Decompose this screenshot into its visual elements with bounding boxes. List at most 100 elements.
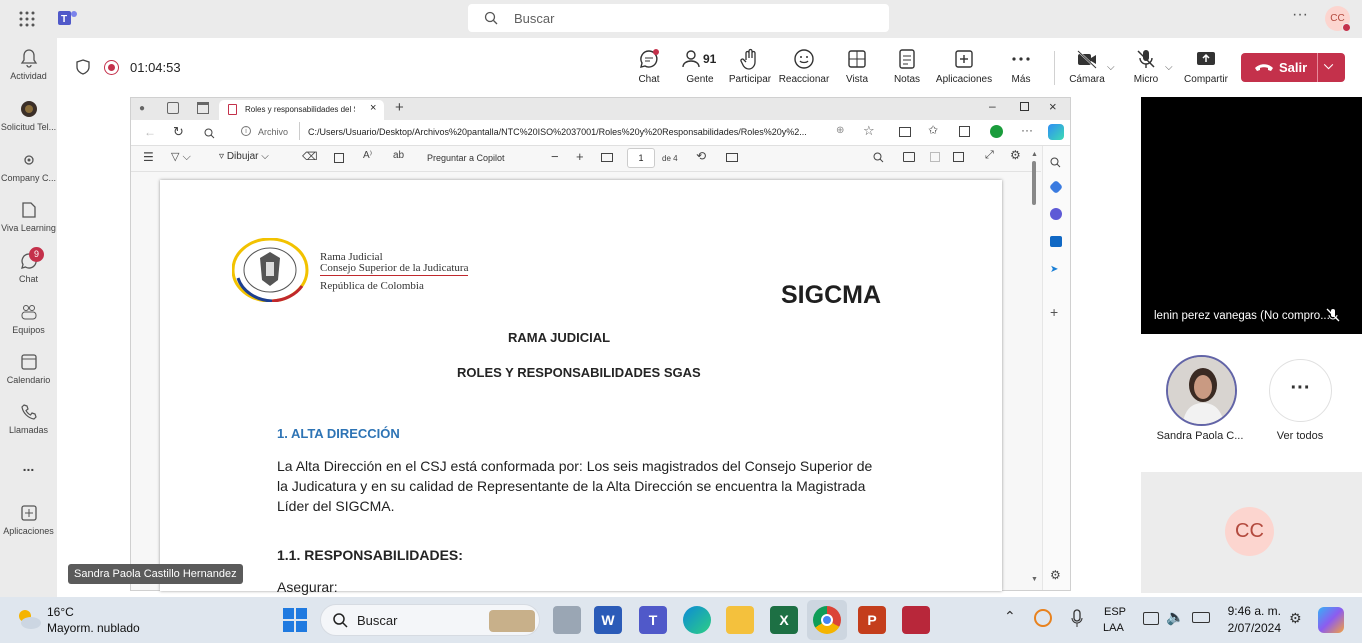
translate-icon[interactable]: ab: [393, 150, 404, 161]
sidebar-send-icon[interactable]: ➤: [1050, 264, 1058, 275]
chrome-icon[interactable]: [813, 606, 841, 634]
more-options-icon[interactable]: ···: [1292, 6, 1308, 24]
network-icon[interactable]: [1143, 612, 1159, 625]
fit-page-icon[interactable]: [601, 153, 613, 162]
apps-button[interactable]: Aplicaciones: [933, 48, 995, 85]
rail-item-chat[interactable]: Chat 9: [0, 247, 57, 284]
rail-item-apps[interactable]: Aplicaciones: [0, 503, 57, 536]
eraser-icon[interactable]: ⌫: [302, 150, 318, 163]
copilot-icon[interactable]: [1048, 124, 1064, 140]
view-button[interactable]: Vista: [829, 48, 885, 85]
reading-view-icon[interactable]: [899, 127, 911, 137]
shield-icon[interactable]: [75, 59, 91, 80]
page-view-icon[interactable]: [726, 153, 738, 162]
clock-time[interactable]: 9:46 a. m.: [1225, 604, 1281, 618]
rail-item-solicitud[interactable]: Solicitud Tel...: [0, 99, 57, 132]
battery-icon[interactable]: [1192, 612, 1210, 623]
taskbar-search[interactable]: Buscar: [320, 604, 540, 636]
weather-icon[interactable]: [15, 607, 43, 636]
see-all-button[interactable]: ···: [1269, 359, 1332, 422]
fullscreen-icon[interactable]: ⤢: [985, 149, 994, 162]
save-as-icon[interactable]: [953, 152, 964, 162]
back-icon[interactable]: ←: [144, 125, 156, 139]
browser-menu-icon[interactable]: ···: [1021, 123, 1033, 137]
collections-icon[interactable]: [959, 126, 970, 137]
page-number-input[interactable]: 1: [627, 148, 655, 168]
rail-more[interactable]: ...: [0, 458, 57, 474]
info-icon[interactable]: i: [241, 126, 251, 136]
zoom-out-icon[interactable]: −: [551, 149, 559, 164]
minimize-icon[interactable]: –: [989, 99, 996, 113]
workspaces-icon[interactable]: [167, 102, 179, 114]
pdf-scrollbar[interactable]: ▲ ▼: [1029, 151, 1039, 586]
windows-start-icon[interactable]: [283, 608, 307, 637]
copilot-taskbar-icon[interactable]: [1318, 607, 1344, 633]
extension-icon[interactable]: [990, 125, 1003, 138]
sidebar-settings-icon[interactable]: ⚙: [1050, 568, 1061, 582]
mic-chevron-icon[interactable]: ⌵: [1165, 62, 1173, 73]
favorite-star-icon[interactable]: ☆: [863, 123, 875, 139]
search-bar[interactable]: Buscar: [468, 4, 889, 32]
search-icon[interactable]: [204, 126, 215, 144]
close-tab-icon[interactable]: ×: [370, 102, 376, 114]
restore-icon[interactable]: [1020, 102, 1029, 111]
volume-icon[interactable]: 🔈: [1166, 608, 1185, 626]
microphone-icon[interactable]: [1070, 609, 1084, 634]
camera-chevron-icon[interactable]: ⌵: [1107, 62, 1115, 73]
sync-icon[interactable]: [1034, 609, 1052, 627]
react-button[interactable]: Reaccionar: [775, 48, 833, 85]
notification-icon[interactable]: ⚙: [1289, 610, 1302, 627]
leave-chevron-icon[interactable]: ⌵: [1324, 58, 1333, 73]
word-icon[interactable]: W: [594, 606, 622, 634]
scrollbar-thumb[interactable]: [1032, 161, 1036, 205]
excel-icon[interactable]: X: [770, 606, 798, 634]
participant-video-tile[interactable]: lenin perez vanegas (No compro...: [1141, 97, 1362, 334]
rail-item-teams[interactable]: Equipos: [0, 302, 57, 335]
sidebar-tag-icon[interactable]: [1048, 179, 1064, 195]
profile-icon[interactable]: ●: [139, 103, 145, 114]
raise-hand-button[interactable]: Participar: [722, 48, 778, 85]
task-view-icon[interactable]: [553, 606, 581, 634]
more-button[interactable]: Más: [993, 48, 1049, 85]
zoom-in-icon[interactable]: +: [576, 149, 584, 164]
close-window-icon[interactable]: ×: [1049, 99, 1057, 114]
participant-avatar[interactable]: [1166, 355, 1237, 426]
draw-button[interactable]: ▿ Dibujar ⌵: [219, 151, 269, 162]
rail-item-viva[interactable]: Viva Learning: [0, 200, 57, 233]
clock-date[interactable]: 2/07/2024: [1222, 621, 1281, 635]
leave-button[interactable]: Salir ⌵: [1241, 53, 1345, 82]
find-icon[interactable]: [873, 150, 884, 168]
rail-item-company[interactable]: Company C...: [0, 150, 57, 183]
highlight-icon[interactable]: ▽ ⌵: [171, 150, 191, 164]
notes-button[interactable]: Notas: [879, 48, 935, 85]
browser-tab-active[interactable]: Roles y responsabilidades del SG ×: [219, 100, 384, 120]
sidebar-outlook-icon[interactable]: [1050, 236, 1062, 247]
rail-item-activity[interactable]: Actividad: [0, 48, 57, 81]
rail-item-calls[interactable]: Llamadas: [0, 402, 57, 435]
refresh-icon[interactable]: ↻: [173, 124, 184, 140]
sidebar-add-icon[interactable]: +: [1050, 304, 1058, 320]
print-icon[interactable]: [903, 152, 915, 162]
rotate-icon[interactable]: ⟲: [696, 149, 706, 163]
pdf-settings-icon[interactable]: ⚙: [1010, 148, 1021, 162]
tab-actions-icon[interactable]: [197, 102, 209, 114]
url-text[interactable]: C:/Users/Usuario/Desktop/Archivos%20pant…: [308, 127, 828, 137]
language-code[interactable]: ESP: [1104, 606, 1126, 618]
contents-icon[interactable]: ☰: [143, 150, 154, 164]
show-hidden-icons[interactable]: ⌃: [1004, 608, 1016, 625]
people-button[interactable]: 91 Gente: [672, 48, 728, 85]
self-view-tile[interactable]: CC: [1141, 472, 1362, 593]
text-box-icon[interactable]: [334, 153, 344, 163]
edge-icon[interactable]: [683, 606, 711, 634]
sidebar-m365-icon[interactable]: [1050, 208, 1062, 220]
zoom-icon[interactable]: ⊕: [836, 125, 844, 136]
app-launcher-icon[interactable]: [18, 10, 36, 28]
chat-button[interactable]: Chat: [621, 48, 677, 85]
teams-taskbar-icon[interactable]: T: [639, 606, 667, 634]
read-aloud-icon[interactable]: A⁾: [363, 150, 372, 161]
ask-copilot-button[interactable]: Preguntar a Copilot: [427, 153, 505, 163]
profile-avatar[interactable]: CC: [1325, 6, 1351, 32]
new-tab-icon[interactable]: +: [395, 99, 404, 116]
favorites-icon[interactable]: ✩: [928, 123, 938, 137]
file-explorer-icon[interactable]: [726, 606, 754, 634]
